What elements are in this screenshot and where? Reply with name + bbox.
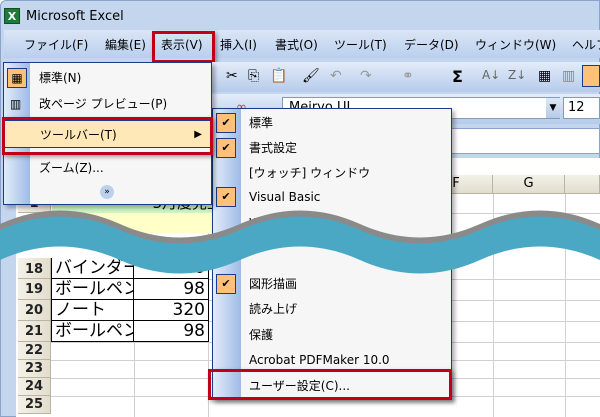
calculator-icon[interactable]: ▦ <box>538 68 551 84</box>
menu-window[interactable]: ウィンドウ(W) <box>475 36 556 53</box>
cell-item[interactable]: ボールペン <box>51 279 140 300</box>
cell-item[interactable]: ボールペン <box>51 321 140 342</box>
chart-icon[interactable]: ▥ <box>562 68 575 84</box>
cell-value[interactable]: 98 <box>133 279 209 300</box>
sort-ascending-icon[interactable]: A↓ <box>482 68 500 82</box>
cell-value[interactable]: 98 <box>133 321 209 342</box>
highlight-toolbars <box>2 117 213 155</box>
copy-icon[interactable]: ⎘ <box>248 68 259 84</box>
menu-bar: ファイル(F) 編集(E) 表示(V) 挿入(I) 書式(O) ツール(T) デ… <box>4 30 600 58</box>
format-painter-icon[interactable]: 🖌 <box>302 68 320 84</box>
view-menu-item-normal[interactable]: ▦ 標準(N) <box>4 66 211 90</box>
cut-icon[interactable]: ✂ <box>226 68 238 84</box>
paste-icon[interactable]: 📋 <box>270 68 287 84</box>
page-break-icon: ▥ <box>10 97 22 111</box>
drawing-icon[interactable] <box>582 65 600 87</box>
menu-data[interactable]: データ(D) <box>404 36 459 53</box>
font-size-input[interactable]: 12 <box>563 97 600 119</box>
submenu-item-speech[interactable]: 読み上げ <box>213 296 451 322</box>
highlight-view-menu <box>152 31 215 63</box>
row-header[interactable]: 23 <box>18 360 51 378</box>
check-icon: ✔ <box>216 138 236 158</box>
submenu-item-formatting[interactable]: ✔ 書式設定 <box>213 135 451 161</box>
highlight-customize <box>208 369 452 400</box>
hyperlink-icon[interactable]: ⚭ <box>402 68 414 84</box>
font-dropdown-icon[interactable]: ▼ <box>546 98 560 118</box>
menu-help[interactable]: ヘルプ(H) <box>572 36 600 53</box>
view-menu-item-zoom[interactable]: ズーム(Z)... <box>4 156 211 180</box>
window-title: Microsoft Excel <box>26 8 124 24</box>
check-icon: ✔ <box>216 113 236 133</box>
standard-toolbar: ✂ ⎘ 📋 🖌 ↶ ↷ ⚭ Σ A↓ Z↓ ▦ ▥ <box>212 62 600 92</box>
cell-value[interactable]: 320 <box>133 300 209 321</box>
column-header-h[interactable] <box>565 175 600 194</box>
wave-band <box>0 216 600 274</box>
row-header[interactable]: 20 <box>18 300 51 321</box>
row-header[interactable]: 24 <box>18 378 51 396</box>
row-header[interactable]: 25 <box>18 396 51 414</box>
submenu-item-standard[interactable]: ✔ 標準 <box>213 110 451 136</box>
normal-view-icon: ▦ <box>7 68 27 88</box>
sort-descending-icon[interactable]: Z↓ <box>508 68 526 82</box>
cell-item[interactable]: ノート <box>51 300 134 321</box>
column-header-g[interactable]: G <box>493 175 565 194</box>
menu-edit[interactable]: 編集(E) <box>105 36 146 53</box>
row-header[interactable]: 22 <box>18 342 51 360</box>
wave-break <box>0 210 600 274</box>
submenu-item-protection[interactable]: 保護 <box>213 322 451 348</box>
excel-icon: X <box>4 8 20 24</box>
view-menu-item-page-break-preview[interactable]: ▥ 改ページ プレビュー(P) <box>4 92 211 116</box>
expand-menu-icon[interactable]: » <box>100 185 114 199</box>
submenu-item-watch-window[interactable]: [ウォッチ] ウィンドウ <box>213 160 451 186</box>
row-header[interactable]: 19 <box>18 279 51 300</box>
menu-file[interactable]: ファイル(F) <box>24 36 88 53</box>
redo-icon[interactable]: ↷ <box>360 68 372 84</box>
row-header[interactable]: 21 <box>18 321 51 342</box>
undo-icon[interactable]: ↶ <box>330 68 342 84</box>
menu-format[interactable]: 書式(O) <box>275 36 318 53</box>
menu-tools[interactable]: ツール(T) <box>334 36 387 53</box>
menu-insert[interactable]: 挿入(I) <box>220 36 257 53</box>
autosum-icon[interactable]: Σ <box>452 67 463 86</box>
title-bar: X Microsoft Excel <box>4 4 600 28</box>
